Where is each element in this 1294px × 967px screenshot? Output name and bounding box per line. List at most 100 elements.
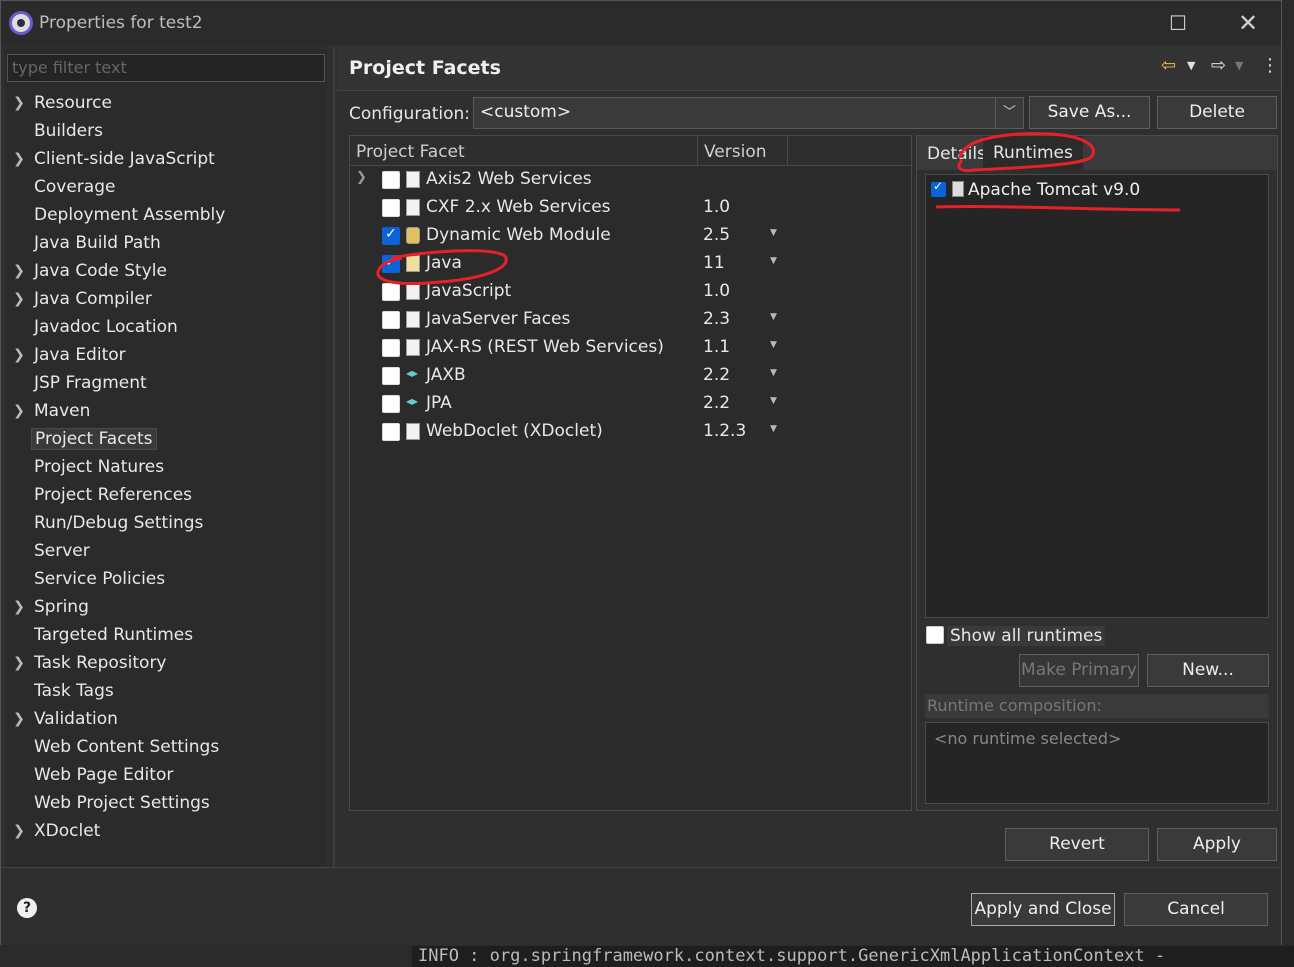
facet-version[interactable]: 2.2: [703, 393, 730, 413]
chevron-down-icon[interactable]: ▼: [770, 312, 777, 322]
facet-row[interactable]: Java 11 ▼: [350, 250, 911, 278]
chevron-right-icon[interactable]: ❯: [7, 711, 31, 727]
tree-item[interactable]: Web Page Editor: [5, 761, 327, 789]
tree-item[interactable]: ❯ Spring: [5, 593, 327, 621]
chevron-down-icon[interactable]: ▼: [770, 368, 777, 378]
facet-checkbox[interactable]: [382, 423, 400, 441]
facet-row[interactable]: ◂▸ JAXB 2.2 ▼: [350, 362, 911, 390]
chevron-down-icon[interactable]: ﹀: [995, 98, 1023, 128]
facet-version[interactable]: 2.2: [703, 365, 730, 385]
facet-row[interactable]: CXF 2.x Web Services 1.0: [350, 194, 911, 222]
facet-checkbox[interactable]: [382, 199, 400, 217]
facet-row[interactable]: ◂▸ JPA 2.2 ▼: [350, 390, 911, 418]
facet-checkbox[interactable]: [382, 339, 400, 357]
tree-item[interactable]: ❯ XDoclet: [5, 817, 327, 845]
facet-checkbox[interactable]: [382, 311, 400, 329]
tree-item[interactable]: ❯ Maven: [5, 397, 327, 425]
facet-checkbox[interactable]: [382, 171, 400, 189]
tree-item[interactable]: Java Build Path: [5, 229, 327, 257]
view-menu-icon[interactable]: ⋮: [1261, 55, 1279, 76]
new-runtime-button[interactable]: New...: [1147, 654, 1269, 687]
chevron-right-icon[interactable]: ❯: [7, 95, 31, 111]
facet-checkbox[interactable]: [382, 283, 400, 301]
facet-version[interactable]: 1.1: [703, 337, 730, 357]
tree-item[interactable]: Server: [5, 537, 327, 565]
facet-checkbox[interactable]: [382, 254, 400, 273]
tree-item[interactable]: ❯ Task Repository: [5, 649, 327, 677]
apply-and-close-button[interactable]: Apply and Close: [971, 893, 1115, 926]
filter-input[interactable]: type filter text: [7, 54, 325, 82]
chevron-right-icon[interactable]: ❯: [7, 823, 31, 839]
chevron-down-icon[interactable]: ▼: [770, 396, 777, 406]
column-divider[interactable]: [787, 136, 788, 166]
facet-row[interactable]: JavaServer Faces 2.3 ▼: [350, 306, 911, 334]
pane-splitter[interactable]: [333, 47, 335, 869]
tree-item[interactable]: ❯ Resource: [5, 89, 327, 117]
chevron-right-icon[interactable]: ❯: [7, 291, 31, 307]
column-header-facet[interactable]: Project Facet: [356, 142, 465, 162]
tab-details[interactable]: Details: [927, 144, 986, 164]
column-divider[interactable]: [697, 136, 698, 166]
tree-item[interactable]: Project References: [5, 481, 327, 509]
tree-item[interactable]: ❯ Client-side JavaScript: [5, 145, 327, 173]
tree-item[interactable]: Service Policies: [5, 565, 327, 593]
tab-runtimes[interactable]: Runtimes: [983, 136, 1083, 170]
help-icon[interactable]: ?: [17, 898, 37, 918]
chevron-right-icon[interactable]: ❯: [7, 263, 31, 279]
tree-item[interactable]: Run/Debug Settings: [5, 509, 327, 537]
facet-checkbox[interactable]: [382, 226, 400, 245]
tree-item[interactable]: Builders: [5, 117, 327, 145]
chevron-down-icon[interactable]: ▼: [1235, 59, 1243, 72]
chevron-right-icon[interactable]: ❯: [7, 403, 31, 419]
chevron-down-icon[interactable]: ▼: [770, 424, 777, 434]
chevron-right-icon[interactable]: ❯: [7, 655, 31, 671]
close-button[interactable]: ✕: [1213, 1, 1283, 45]
facet-row[interactable]: Dynamic Web Module 2.5 ▼: [350, 222, 911, 250]
configuration-select[interactable]: <custom> ﹀: [473, 97, 1024, 129]
chevron-down-icon[interactable]: ▼: [770, 256, 777, 266]
chevron-right-icon[interactable]: ❯: [356, 170, 367, 185]
tree-item[interactable]: Deployment Assembly: [5, 201, 327, 229]
tree-item[interactable]: ❯ Java Code Style: [5, 257, 327, 285]
facet-row[interactable]: JAX-RS (REST Web Services) 1.1 ▼: [350, 334, 911, 362]
facet-version[interactable]: 1.0: [703, 197, 730, 217]
make-primary-button[interactable]: Make Primary: [1019, 654, 1139, 687]
chevron-right-icon[interactable]: ❯: [7, 347, 31, 363]
tree-item[interactable]: JSP Fragment: [5, 369, 327, 397]
cancel-button[interactable]: Cancel: [1124, 893, 1268, 926]
tree-item[interactable]: Javadoc Location: [5, 313, 327, 341]
tree-item[interactable]: Project Natures: [5, 453, 327, 481]
runtime-name[interactable]: Apache Tomcat v9.0: [968, 180, 1140, 200]
facet-row[interactable]: ❯ Axis2 Web Services: [350, 166, 911, 194]
runtime-checkbox[interactable]: [931, 179, 946, 197]
tree-item[interactable]: Web Content Settings: [5, 733, 327, 761]
chevron-down-icon[interactable]: ▼: [1187, 59, 1195, 72]
facet-version[interactable]: 1.0: [703, 281, 730, 301]
facet-version[interactable]: 2.5: [703, 225, 730, 245]
tree-item[interactable]: Targeted Runtimes: [5, 621, 327, 649]
tree-item[interactable]: ❯ Java Editor: [5, 341, 327, 369]
chevron-down-icon[interactable]: ▼: [770, 228, 777, 238]
tree-item[interactable]: Project Facets: [5, 425, 327, 453]
chevron-right-icon[interactable]: ❯: [7, 599, 31, 615]
column-header-version[interactable]: Version: [704, 142, 767, 162]
facet-version[interactable]: 2.3: [703, 309, 730, 329]
facet-version[interactable]: 1.2.3: [703, 421, 746, 441]
facet-row[interactable]: WebDoclet (XDoclet) 1.2.3 ▼: [350, 418, 911, 446]
maximize-button[interactable]: ☐: [1143, 1, 1213, 45]
facet-checkbox[interactable]: [382, 395, 400, 413]
show-all-runtimes-checkbox[interactable]: [926, 626, 944, 644]
back-arrow-icon[interactable]: ⇦: [1161, 55, 1176, 76]
revert-button[interactable]: Revert: [1005, 828, 1149, 861]
facet-checkbox[interactable]: [382, 367, 400, 385]
tree-item[interactable]: ❯ Validation: [5, 705, 327, 733]
facet-version[interactable]: 11: [703, 253, 725, 273]
delete-button[interactable]: Delete: [1157, 96, 1277, 129]
chevron-down-icon[interactable]: ▼: [770, 340, 777, 350]
facet-row[interactable]: JavaScript 1.0: [350, 278, 911, 306]
tree-item[interactable]: Coverage: [5, 173, 327, 201]
chevron-right-icon[interactable]: ❯: [7, 151, 31, 167]
save-as-button[interactable]: Save As...: [1029, 96, 1150, 129]
show-all-runtimes-label[interactable]: Show all runtimes: [947, 626, 1106, 646]
forward-arrow-icon[interactable]: ⇨: [1211, 55, 1226, 76]
